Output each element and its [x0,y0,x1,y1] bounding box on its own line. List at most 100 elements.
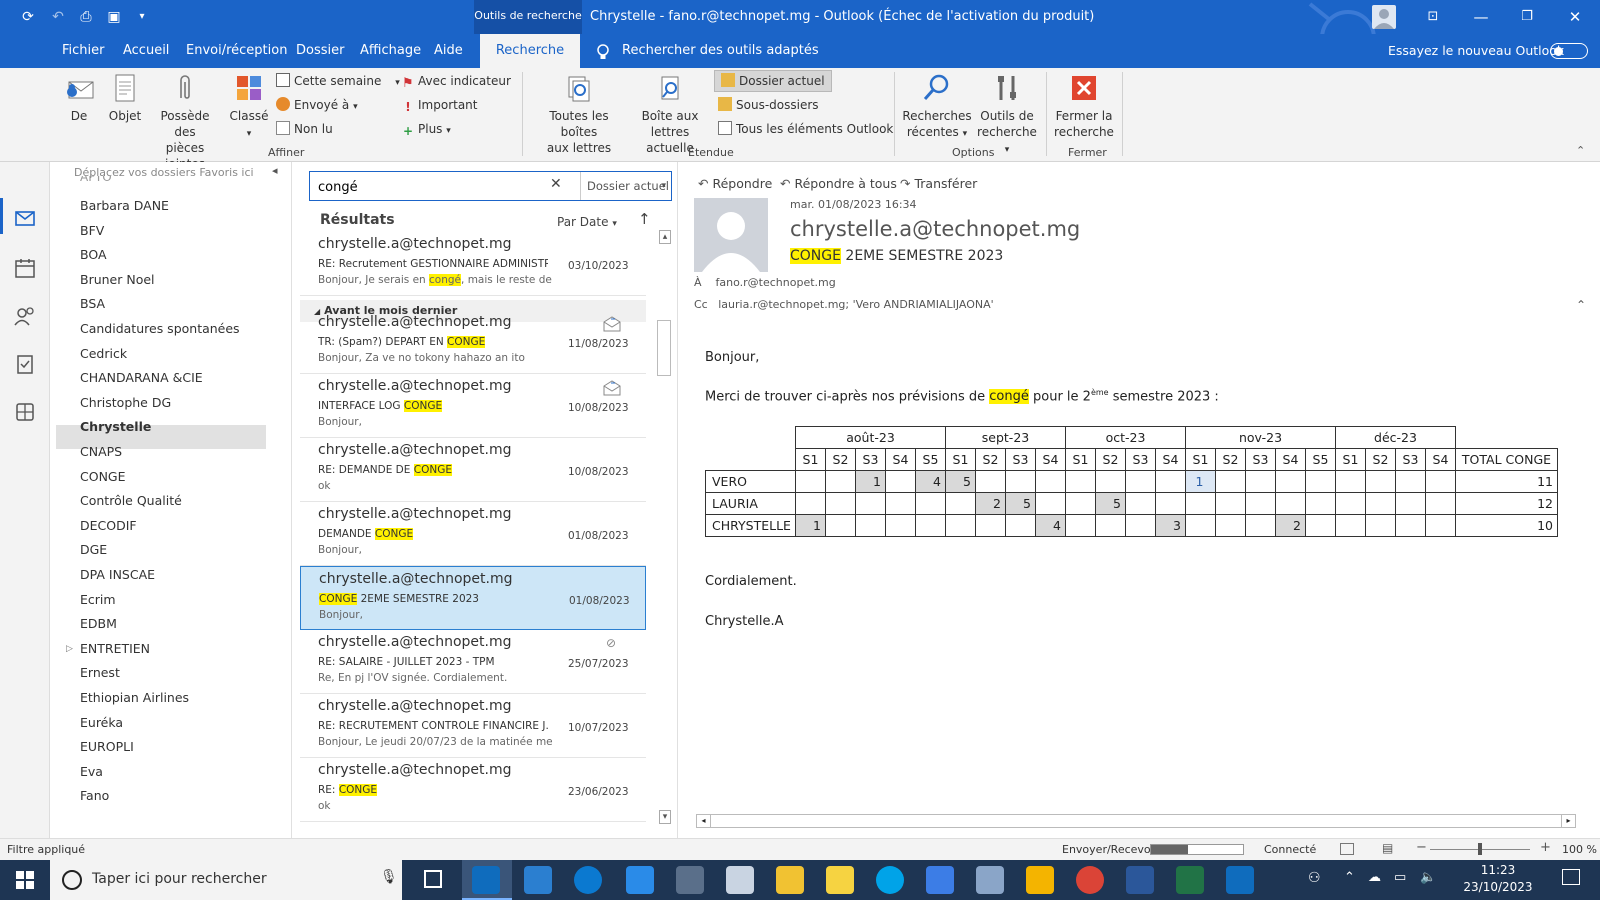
folder-item[interactable]: DGE [80,538,107,562]
reading-horizontal-scrollbar[interactable]: ◂ ▸ [696,814,1576,828]
task-view-icon[interactable] [424,870,442,888]
from-button[interactable]: De [60,72,98,124]
sent-to-dropdown[interactable]: Envoyé à ▾ [276,94,358,116]
restore-button[interactable]: ❐ [1504,0,1550,34]
clock-time[interactable]: 11:23 [1458,863,1538,877]
reply-all-button[interactable]: ↶ Répondre à tous [780,176,897,191]
expand-folder-icon[interactable]: ▷ [66,637,73,661]
folder-item[interactable]: Euréka [80,711,123,735]
this-week-dropdown[interactable]: Cette semaine ▾ [276,70,400,92]
calendar-icon[interactable] [13,256,37,280]
collapse-folder-pane-icon[interactable]: ◂ [272,164,278,177]
volume-icon[interactable]: 🔈 [1420,870,1436,885]
folder-item[interactable]: EDBM [80,612,117,636]
subject-button[interactable]: Objet [104,72,146,124]
account-avatar[interactable] [1372,5,1396,29]
sort-dropdown[interactable]: Par Date ▾ [557,215,617,229]
all-outlook-items-button[interactable]: Tous les éléments Outlook [718,118,893,140]
mail-item[interactable]: chrystelle.a@technopet.mg INTERFACE LOG C… [300,374,646,438]
sendreceive-all-icon[interactable]: ⟳ [18,7,38,27]
folder-item[interactable]: Bruner Noel [80,268,155,292]
message-sender[interactable]: chrystelle.a@technopet.mg [790,217,1080,241]
normal-view-icon[interactable] [1340,843,1354,855]
mail-item[interactable]: chrystelle.a@technopet.mg RE: DEMANDE DE … [300,438,646,502]
notifications-icon[interactable] [1562,869,1580,885]
has-attachments-button[interactable]: Possède des pièces jointes [148,72,222,172]
taskbar-paint-icon[interactable] [976,866,1004,894]
folder-item[interactable]: DPA INSCAE [80,563,155,587]
folder-item[interactable]: CNAPS [80,440,122,464]
folder-item[interactable]: Ethiopian Airlines [80,686,189,710]
mail-item[interactable]: chrystelle.a@technopet.mg TR: (Spam?) DEP… [300,310,646,374]
scroll-left-icon[interactable]: ◂ [697,815,711,827]
customize-qat-icon[interactable]: ▾ [132,7,152,27]
cc-recipients[interactable]: lauria.r@technopet.mg; 'Vero ANDRIAMIALI… [718,298,993,311]
folder-item[interactable]: BOA [80,243,107,267]
people-tray-icon[interactable]: ⚇ [1308,870,1321,886]
taskbar-edge-icon[interactable] [574,866,602,894]
mail-item[interactable]: chrystelle.a@technopet.mg RE: RECRUTEMENT… [300,694,646,758]
taskbar-search-box[interactable]: Taper ici pour rechercher 🎙 [50,860,402,900]
taskbar-chrome-icon[interactable] [1076,866,1104,894]
clock-date[interactable]: 23/10/2023 [1458,880,1538,894]
zoom-out-icon[interactable]: − [1416,840,1427,855]
menu-aide[interactable]: Aide [434,34,463,68]
ribbon-display-icon[interactable]: ⊡ [1410,0,1456,34]
message-list-scrollbar[interactable]: ▴ ▾ [656,230,672,830]
mail-item[interactable]: chrystelle.a@technopet.mg RE: CONGE ok 23/0… [300,758,646,822]
zoom-in-icon[interactable]: + [1540,840,1551,855]
menu-accueil[interactable]: Accueil [123,34,169,68]
menu-fichier[interactable]: Fichier [62,34,105,68]
clear-search-icon[interactable]: ✕ [550,176,562,192]
menu-recherche[interactable]: Recherche [480,34,580,68]
close-window-button[interactable]: ✕ [1552,0,1598,34]
new-outlook-toggle[interactable] [1550,43,1588,59]
scroll-thumb[interactable] [657,320,671,376]
folder-item[interactable]: CONGE [80,465,126,489]
taskbar-outlook-icon[interactable] [472,866,500,894]
microphone-icon[interactable]: 🎙 [380,869,398,885]
folder-item[interactable]: BSA [80,292,105,316]
taskbar-explorer-icon[interactable] [776,866,804,894]
taskbar-skype-icon[interactable] [876,866,904,894]
folder-item[interactable]: ▷ ENTRETIEN [66,637,150,661]
scroll-right-icon[interactable]: ▸ [1561,815,1575,827]
reading-view-icon[interactable]: ▤ [1382,841,1393,855]
scroll-down-icon[interactable]: ▾ [659,810,671,824]
sort-direction-icon[interactable]: ↑ [638,210,651,228]
folder-item[interactable]: Chrystelle [80,415,151,439]
mail-icon[interactable] [13,206,37,230]
folder-item[interactable]: Fano [80,784,109,808]
folder-item[interactable]: Candidatures spontanées [80,317,240,341]
current-folder-button[interactable]: Dossier actuel [714,70,832,92]
folder-item[interactable]: Cedrick [80,342,127,366]
taskbar-word-icon[interactable] [1126,866,1154,894]
search-scope-dropdown[interactable]: Dossier actuel ▾ [580,172,672,200]
tasks-icon[interactable] [13,352,37,376]
close-search-button[interactable]: Fermer la recherche [1052,72,1116,140]
taskbar-powerbi-icon[interactable] [1026,866,1054,894]
tell-me-search[interactable]: Rechercher des outils adaptés [622,34,819,68]
folder-item[interactable]: CHANDARANA &CIE [80,366,203,390]
subfolders-button[interactable]: Sous-dossiers [718,94,819,116]
battery-icon[interactable]: ▭ [1394,870,1406,885]
taskbar-excel-icon[interactable] [1176,866,1204,894]
recent-searches-button[interactable]: Recherches récentes ▾ [902,72,972,142]
folder-item[interactable]: Eva [80,760,103,784]
menu-envoi-reception[interactable]: Envoi/réception [186,34,287,68]
people-icon[interactable] [13,304,37,328]
tray-overflow-icon[interactable]: ⌃ [1344,870,1355,885]
unread-button[interactable]: Non lu [276,118,333,140]
apps-icon[interactable] [13,400,37,424]
categorized-button[interactable]: Classé ▾ [228,72,270,142]
taskbar-mail-icon[interactable] [524,866,552,894]
mail-item[interactable]: chrystelle.a@technopet.mg DEMANDE CONGE Bo… [300,502,646,566]
folder-item[interactable]: Christophe DG [80,391,171,415]
minimize-button[interactable]: — [1458,0,1504,34]
windows-start-icon[interactable] [16,871,34,889]
taskbar-app2-icon[interactable] [926,866,954,894]
folder-item[interactable]: Ecrim [80,588,116,612]
taskbar-app-icon[interactable] [676,866,704,894]
folder-item-partial[interactable]: AFTO [80,176,120,184]
scroll-up-icon[interactable]: ▴ [659,230,671,244]
